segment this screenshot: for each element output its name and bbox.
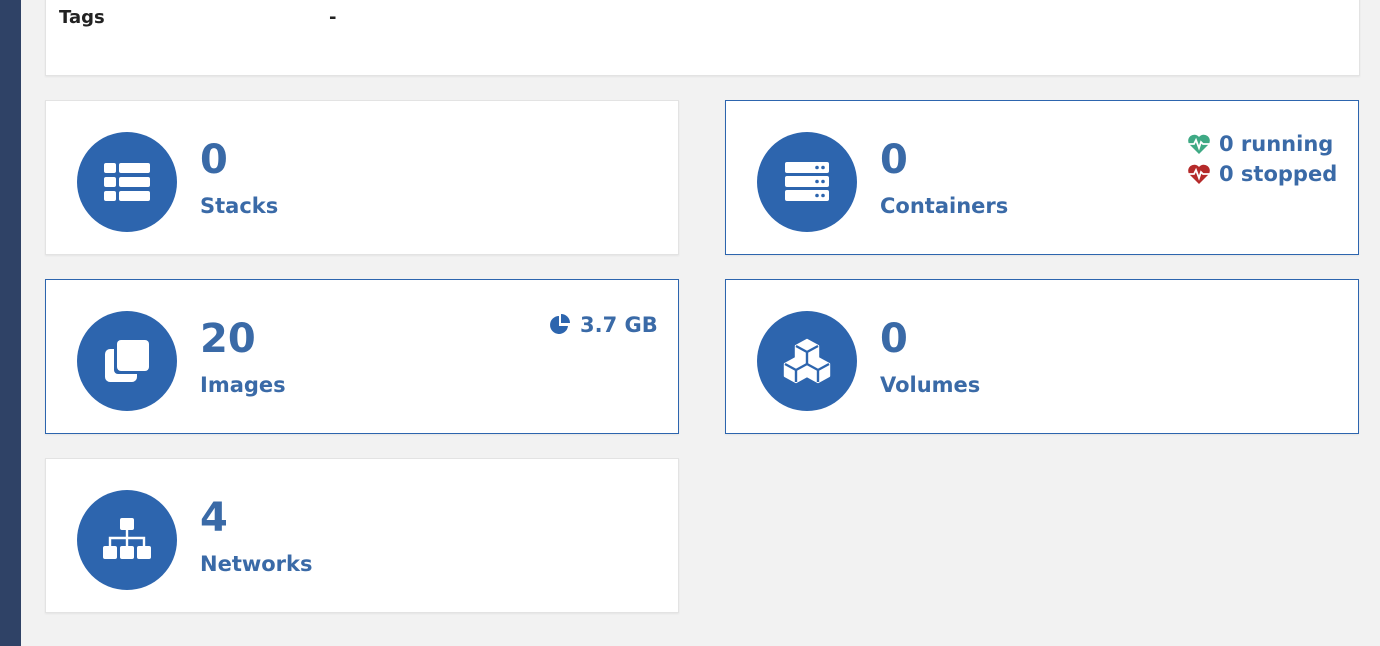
running-status: 0 running [1187,132,1333,156]
containers-count: 0 [880,137,908,183]
pie-chart-icon [550,314,570,334]
info-panel: Tags - [45,0,1360,76]
networks-count: 4 [200,495,228,541]
networks-card[interactable]: 4 Networks [45,458,679,613]
volumes-count: 0 [880,316,908,362]
containers-label: Containers [880,194,1009,218]
cubes-icon [783,338,831,384]
stopped-text: 0 stopped [1219,162,1338,186]
tags-label: Tags [59,7,105,28]
containers-card[interactable]: 0 Containers 0 running 0 stopped [725,100,1359,255]
running-text: 0 running [1219,132,1334,156]
clone-icon [105,340,149,382]
images-label: Images [200,373,286,397]
images-icon-circle [77,311,177,411]
sitemap-icon [103,518,151,559]
volumes-icon-circle [757,311,857,411]
images-size: 3.7 GB [548,313,658,337]
volumes-card[interactable]: 0 Volumes [725,279,1359,434]
stacks-card[interactable]: 0 Stacks [45,100,679,255]
stopped-status: 0 stopped [1187,162,1337,186]
list-icon [104,163,150,201]
tags-value: - [329,7,337,28]
images-count: 20 [200,316,256,362]
images-size-text: 3.7 GB [580,313,658,337]
networks-label: Networks [200,552,313,576]
stacks-count: 0 [200,137,228,183]
stacks-icon-circle [77,132,177,232]
volumes-label: Volumes [880,373,981,397]
sidebar-strip [0,0,21,646]
heartbeat-stopped-icon [1188,164,1210,184]
containers-icon-circle [757,132,857,232]
stacks-label: Stacks [200,194,279,218]
server-icon [785,162,829,201]
heartbeat-running-icon [1188,134,1210,154]
networks-icon-circle [77,490,177,590]
images-card[interactable]: 20 Images 3.7 GB [45,279,679,434]
